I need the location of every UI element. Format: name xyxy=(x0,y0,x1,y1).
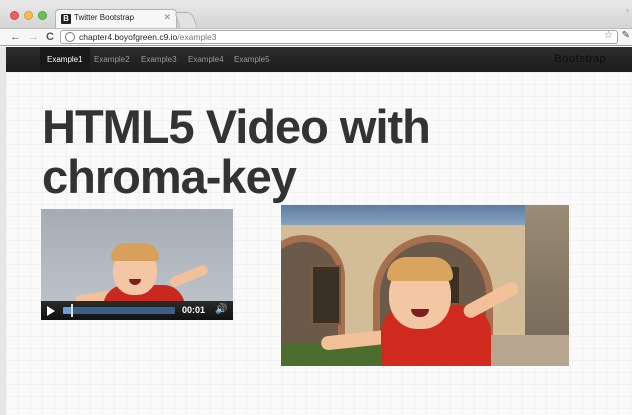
chroma-key-canvas xyxy=(281,205,569,366)
nav-item-example2[interactable]: Example2 xyxy=(94,47,130,72)
bookmark-star-icon[interactable]: ☆ xyxy=(604,30,613,41)
video-time: 00:01 xyxy=(182,305,206,315)
play-icon[interactable] xyxy=(47,306,55,316)
nav-item-example1[interactable]: Example1 xyxy=(40,47,90,72)
navbar-brand[interactable]: Bootstrap xyxy=(554,47,606,72)
canvas-hair xyxy=(387,257,453,281)
url-text[interactable]: chapter4.boyofgreen.c9.io/example3 xyxy=(79,32,217,42)
tab-close-icon[interactable]: ✕ xyxy=(163,12,171,23)
browser-toolbar: ← → C chapter4.boyofgreen.c9.io/example3… xyxy=(0,28,632,46)
site-info-icon[interactable] xyxy=(65,32,75,42)
window-maximize-icon[interactable] xyxy=(38,11,47,20)
canvas-window xyxy=(311,265,341,325)
browser-title-bar: B Twitter Bootstrap ✕ ◦ xyxy=(0,0,632,29)
address-bar[interactable]: chapter4.boyofgreen.c9.io/example3 ☆ xyxy=(60,30,618,44)
nav-item-example3[interactable]: Example3 xyxy=(141,47,177,72)
back-arrow-icon[interactable]: ← xyxy=(10,31,21,43)
forward-arrow-icon[interactable]: → xyxy=(28,31,39,43)
page-heading: HTML5 Video with chroma-key xyxy=(42,102,562,202)
bootstrap-favicon-icon: B xyxy=(61,14,71,24)
navbar: Example1 Example2 Example3 Example4 Exam… xyxy=(6,47,632,72)
window-minimize-icon[interactable] xyxy=(24,11,33,20)
reload-icon[interactable]: C xyxy=(46,31,54,43)
tab-title: Twitter Bootstrap xyxy=(74,13,135,22)
window-close-icon[interactable] xyxy=(10,11,19,20)
url-host: chapter4.boyofgreen.c9.io xyxy=(79,32,178,42)
url-path: /example3 xyxy=(177,32,217,42)
browser-tab[interactable]: B Twitter Bootstrap ✕ xyxy=(55,9,177,29)
video-controls: 00:01 🔊 xyxy=(41,301,233,320)
video-frame-hair xyxy=(111,243,159,261)
wrench-icon[interactable]: ✎ xyxy=(622,30,630,41)
new-tab-button[interactable] xyxy=(174,12,198,28)
source-video[interactable]: 00:01 🔊 xyxy=(41,209,233,320)
window-corner-icon: ◦ xyxy=(626,6,629,15)
volume-icon[interactable]: 🔊 xyxy=(215,304,227,315)
heading-line-1: HTML5 Video with xyxy=(42,100,431,153)
nav-item-example5[interactable]: Example5 xyxy=(234,47,270,72)
nav-item-example4[interactable]: Example4 xyxy=(188,47,224,72)
seek-bar-thumb[interactable] xyxy=(70,304,73,317)
seek-bar[interactable] xyxy=(63,304,175,317)
video-frame-arm xyxy=(168,263,210,289)
heading-line-2: chroma-key xyxy=(42,150,297,203)
